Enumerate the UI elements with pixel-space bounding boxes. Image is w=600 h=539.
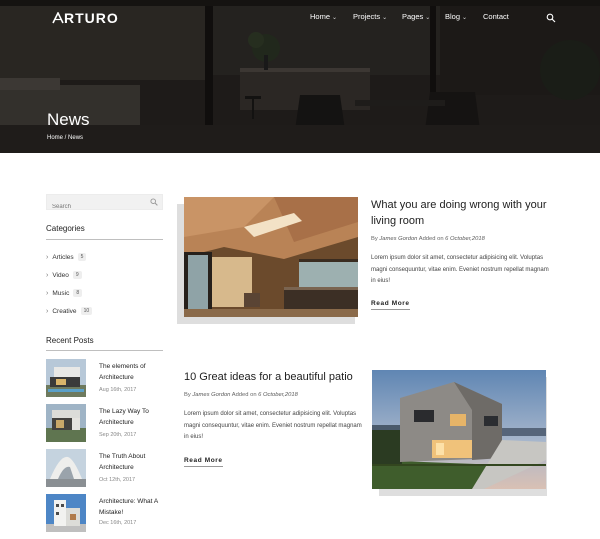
chevron-down-icon: ⌄	[382, 15, 388, 21]
post-meta: By James Gordon Added on 6 October,2018	[184, 392, 298, 398]
concrete-house-dusk-image	[372, 370, 546, 489]
breadcrumb-home-link[interactable]: Home	[47, 135, 63, 141]
post-date: 6 October,2018	[445, 236, 485, 242]
recent-post-thumbnail[interactable]	[46, 449, 86, 487]
recent-post-title[interactable]: The Truth About Architecture	[99, 451, 163, 473]
read-more-link[interactable]: Read More	[184, 457, 223, 467]
modern-house-image	[46, 359, 86, 397]
search-input[interactable]	[47, 200, 147, 214]
chevron-down-icon: ⌄	[425, 15, 431, 21]
chevron-right-icon: ›	[46, 290, 49, 297]
chevron-right-icon: ›	[46, 254, 49, 261]
nav-item-home[interactable]: Home ⌄	[310, 12, 337, 21]
post-excerpt: Lorem ipsum dolor sit amet, consectetur …	[371, 255, 549, 284]
nav-item-blog[interactable]: Blog ⌄	[445, 12, 467, 21]
recent-post-thumbnail[interactable]	[46, 359, 86, 397]
search-icon[interactable]	[546, 13, 556, 23]
wooden-ceiling-interior-image	[184, 197, 358, 317]
post-title[interactable]: What you are doing wrong with your livin…	[371, 197, 551, 229]
logo-text: RTURO	[64, 10, 119, 26]
read-more-link[interactable]: Read More	[371, 300, 410, 310]
logo-a-icon	[52, 12, 64, 24]
post-title[interactable]: 10 Great ideas for a beautiful patio	[184, 369, 364, 385]
recent-post-date: Dec 16th, 2017	[99, 520, 137, 526]
nav-item-pages[interactable]: Pages ⌄	[402, 12, 430, 21]
breadcrumb: Home / News	[47, 135, 83, 141]
recent-post-thumbnail[interactable]	[46, 494, 86, 532]
post-meta: By James Gordon Added on 6 October,2018	[371, 236, 485, 242]
chevron-down-icon: ⌄	[332, 15, 338, 21]
recent-posts-heading: Recent Posts	[46, 336, 94, 345]
page-title: News	[47, 110, 90, 129]
recent-post-thumbnail[interactable]	[46, 404, 86, 442]
curved-building-image	[46, 449, 86, 487]
category-item-music[interactable]: › Music 8	[46, 289, 83, 297]
recent-post-title[interactable]: Architecture: What A Mistake!	[99, 496, 163, 518]
count-badge: 10	[80, 307, 93, 315]
recent-post-date: Oct 12th, 2017	[99, 477, 136, 483]
site-logo[interactable]: RTURO	[52, 10, 119, 26]
chevron-down-icon: ⌄	[462, 15, 468, 21]
category-item-video[interactable]: › Video 9	[46, 271, 82, 279]
post-author[interactable]: James Gordon	[192, 392, 230, 398]
post-image[interactable]	[184, 197, 358, 317]
chevron-right-icon: ›	[46, 272, 49, 279]
post-date: 6 October,2018	[258, 392, 298, 398]
tower-building-image	[46, 494, 86, 532]
post-image[interactable]	[372, 370, 546, 489]
nav-item-contact[interactable]: Contact	[483, 12, 509, 21]
category-item-creative[interactable]: › Creative 10	[46, 307, 93, 315]
sidebar-search	[46, 194, 163, 214]
recent-post-title[interactable]: The Lazy Way To Architecture	[99, 406, 163, 428]
hero-banner: RTURO Home ⌄ Projects ⌄ Pages ⌄ Blog ⌄ Conta…	[0, 0, 600, 153]
nav-item-projects[interactable]: Projects ⌄	[353, 12, 387, 21]
count-badge: 9	[72, 271, 82, 279]
recent-post-date: Sep 20th, 2017	[99, 432, 137, 438]
post-author[interactable]: James Gordon	[379, 236, 417, 242]
count-badge: 8	[73, 289, 83, 297]
categories-heading: Categories	[46, 224, 85, 233]
count-badge: 5	[77, 253, 87, 261]
recent-post-title[interactable]: The elements of Architecture	[99, 361, 163, 383]
post-excerpt: Lorem ipsum dolor sit amet, consectetur …	[184, 411, 362, 440]
divider	[46, 239, 163, 240]
recent-post-date: Aug 16th, 2017	[99, 387, 137, 393]
category-item-articles[interactable]: › Articles 5	[46, 253, 87, 261]
divider	[46, 350, 163, 351]
breadcrumb-current: News	[68, 135, 84, 141]
chevron-right-icon: ›	[46, 308, 49, 315]
search-icon[interactable]	[150, 198, 158, 206]
modern-house-image	[46, 404, 86, 442]
